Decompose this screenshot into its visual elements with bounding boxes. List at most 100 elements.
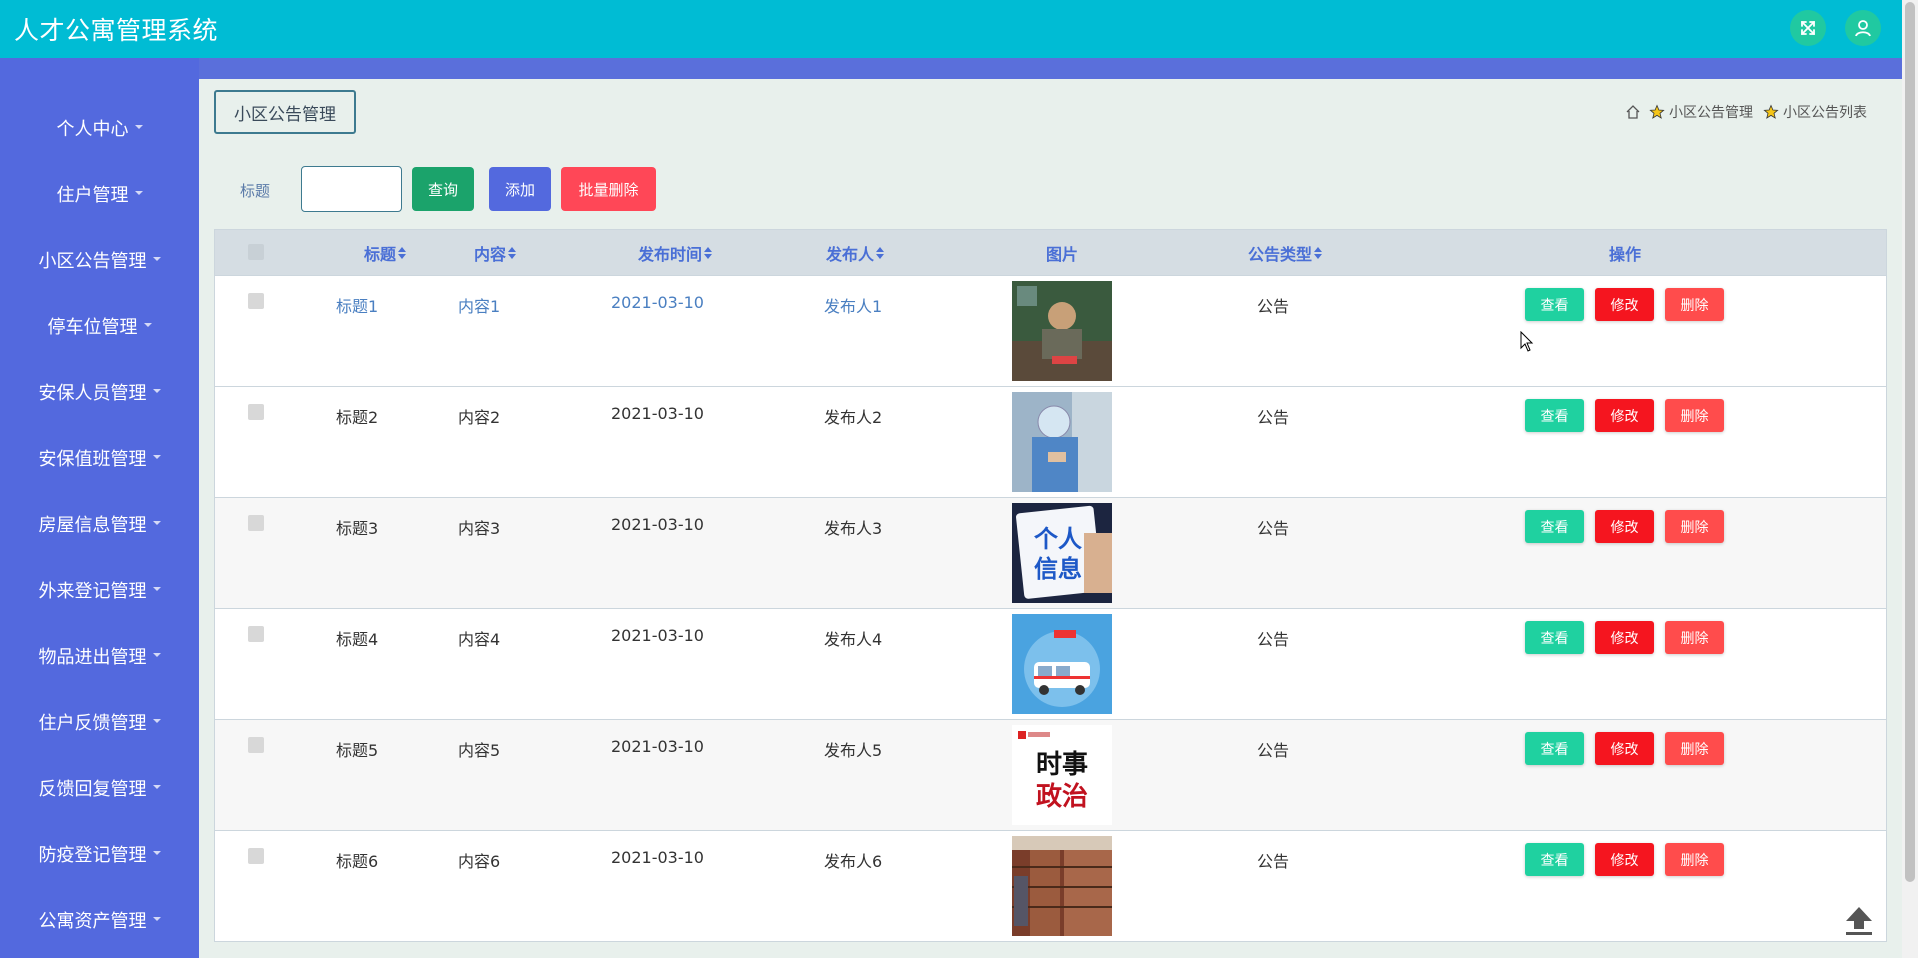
section-title-tab[interactable]: 小区公告管理 — [214, 90, 356, 134]
home-icon[interactable] — [1625, 104, 1641, 120]
fullscreen-button[interactable] — [1790, 10, 1826, 46]
sidebar-item-label: 个人中心 — [56, 119, 129, 140]
delete-button[interactable]: 删除 — [1665, 399, 1724, 432]
query-button[interactable]: 查询 — [412, 167, 474, 211]
cell-content: 内容3 — [458, 519, 501, 538]
arrow-up-icon — [1846, 907, 1872, 935]
view-button[interactable]: 查看 — [1525, 399, 1584, 432]
view-button[interactable]: 查看 — [1525, 288, 1584, 321]
breadcrumb-item[interactable]: 小区公告管理 — [1669, 102, 1753, 122]
sidebar-item-epidemic-registration[interactable]: 防疫登记管理 — [0, 832, 199, 876]
column-header-content[interactable]: 内容 — [455, 230, 535, 275]
user-button[interactable] — [1845, 10, 1881, 46]
column-header-publish-time[interactable]: 发布时间 — [605, 230, 745, 275]
caret-down-icon — [152, 455, 161, 459]
cell-title: 标题3 — [336, 519, 379, 538]
column-header-label: 图片 — [1045, 244, 1078, 264]
caret-down-icon — [134, 191, 143, 195]
table-row: 标题1 内容1 2021-03-10 发布人1 公告 查看 修改 删除 — [215, 275, 1886, 386]
cell-content: 内容1 — [458, 297, 501, 316]
sort-icon — [398, 246, 406, 259]
row-checkbox[interactable] — [248, 737, 264, 753]
announcement-image[interactable] — [1012, 392, 1112, 492]
edit-button[interactable]: 修改 — [1595, 510, 1654, 543]
delete-button[interactable]: 删除 — [1665, 732, 1724, 765]
mouse-cursor-icon — [1520, 331, 1534, 352]
cell-title: 标题2 — [336, 408, 379, 427]
sidebar-item-feedback-reply[interactable]: 反馈回复管理 — [0, 766, 199, 810]
sidebar-item-security-duty[interactable]: 安保值班管理 — [0, 436, 199, 480]
edit-button[interactable]: 修改 — [1595, 399, 1654, 432]
row-checkbox[interactable] — [248, 293, 264, 309]
delete-button[interactable]: 删除 — [1665, 843, 1724, 876]
table-row: 标题2 内容2 2021-03-10 发布人2 公告 查看 修改 删除 — [215, 386, 1886, 497]
view-button[interactable]: 查看 — [1525, 732, 1584, 765]
row-checkbox[interactable] — [248, 515, 264, 531]
sidebar-item-label: 外来登记管理 — [38, 581, 147, 602]
edit-button[interactable]: 修改 — [1595, 843, 1654, 876]
breadcrumb: 小区公告管理 小区公告列表 — [1621, 102, 1873, 122]
cell-publisher: 发布人4 — [824, 630, 883, 649]
view-button[interactable]: 查看 — [1525, 621, 1584, 654]
sort-icon — [1314, 246, 1322, 259]
sidebar-item-resident-feedback[interactable]: 住户反馈管理 — [0, 700, 199, 744]
sidebar-item-personal-center[interactable]: 个人中心 — [0, 106, 199, 150]
column-header-label: 标题 — [363, 244, 396, 264]
sidebar-item-housing-info[interactable]: 房屋信息管理 — [0, 502, 199, 546]
delete-button[interactable]: 删除 — [1665, 621, 1724, 654]
delete-button[interactable]: 删除 — [1665, 510, 1724, 543]
row-checkbox[interactable] — [248, 848, 264, 864]
caret-down-icon — [152, 785, 161, 789]
view-button[interactable]: 查看 — [1525, 510, 1584, 543]
user-icon — [1855, 20, 1871, 37]
row-checkbox[interactable] — [248, 626, 264, 642]
edit-button[interactable]: 修改 — [1595, 288, 1654, 321]
view-button[interactable]: 查看 — [1525, 843, 1584, 876]
sidebar-item-security-staff[interactable]: 安保人员管理 — [0, 370, 199, 414]
select-all-checkbox[interactable] — [248, 244, 264, 260]
sidebar-item-label: 安保人员管理 — [38, 383, 147, 404]
title-search-input[interactable] — [301, 166, 402, 212]
sidebar-item-residents[interactable]: 住户管理 — [0, 172, 199, 216]
caret-down-icon — [152, 521, 161, 525]
image-text: 信息 — [1034, 555, 1082, 583]
delete-button[interactable]: 删除 — [1665, 288, 1724, 321]
sidebar-item-parking[interactable]: 停车位管理 — [0, 304, 199, 348]
announcement-image[interactable] — [1012, 281, 1112, 381]
row-checkbox[interactable] — [248, 404, 264, 420]
column-header-publisher[interactable]: 发布人 — [805, 230, 905, 275]
add-button[interactable]: 添加 — [489, 167, 551, 211]
sidebar-item-announcements[interactable]: 小区公告管理 — [0, 238, 199, 282]
scrollbar-thumb[interactable] — [1905, 2, 1915, 882]
batch-delete-button[interactable]: 批量删除 — [561, 167, 656, 211]
sidebar-item-label: 小区公告管理 — [38, 251, 147, 272]
sidebar-item-visitor-registration[interactable]: 外来登记管理 — [0, 568, 199, 612]
sidebar-item-apartment-assets[interactable]: 公寓资产管理 — [0, 898, 199, 942]
search-label: 标题 — [240, 182, 271, 200]
sidebar-item-goods-in-out[interactable]: 物品进出管理 — [0, 634, 199, 678]
edit-button[interactable]: 修改 — [1595, 732, 1654, 765]
fullscreen-icon — [1801, 21, 1815, 35]
column-header-type[interactable]: 公告类型 — [1215, 230, 1355, 275]
back-to-top-button[interactable] — [1842, 903, 1876, 937]
edit-button[interactable]: 修改 — [1595, 621, 1654, 654]
app-title: 人才公寓管理系统 — [14, 16, 219, 45]
vertical-scrollbar[interactable] — [1902, 0, 1918, 958]
announcement-image[interactable]: 个人 信息 — [1012, 503, 1112, 603]
star-icon — [1763, 104, 1779, 119]
announcement-image[interactable]: 时事 政治 — [1012, 725, 1112, 825]
cell-content: 内容5 — [458, 741, 501, 760]
column-header-title[interactable]: 标题 — [335, 230, 435, 275]
cell-publisher: 发布人1 — [824, 297, 883, 316]
cell-type: 公告 — [1257, 630, 1290, 649]
cell-title: 标题6 — [336, 852, 379, 871]
star-icon — [1649, 104, 1665, 119]
top-header: 人才公寓管理系统 — [0, 0, 1902, 58]
announcement-image[interactable] — [1012, 614, 1112, 714]
cell-publish-time: 2021-03-10 — [611, 515, 704, 534]
table-row: 标题6 内容6 2021-03-10 发布人6 公告 查看 修改 删除 — [215, 830, 1886, 941]
column-header-label: 发布时间 — [637, 244, 702, 264]
announcement-image[interactable] — [1012, 836, 1112, 936]
cell-publish-time: 2021-03-10 — [611, 404, 704, 423]
sidebar-item-label: 停车位管理 — [47, 317, 138, 338]
